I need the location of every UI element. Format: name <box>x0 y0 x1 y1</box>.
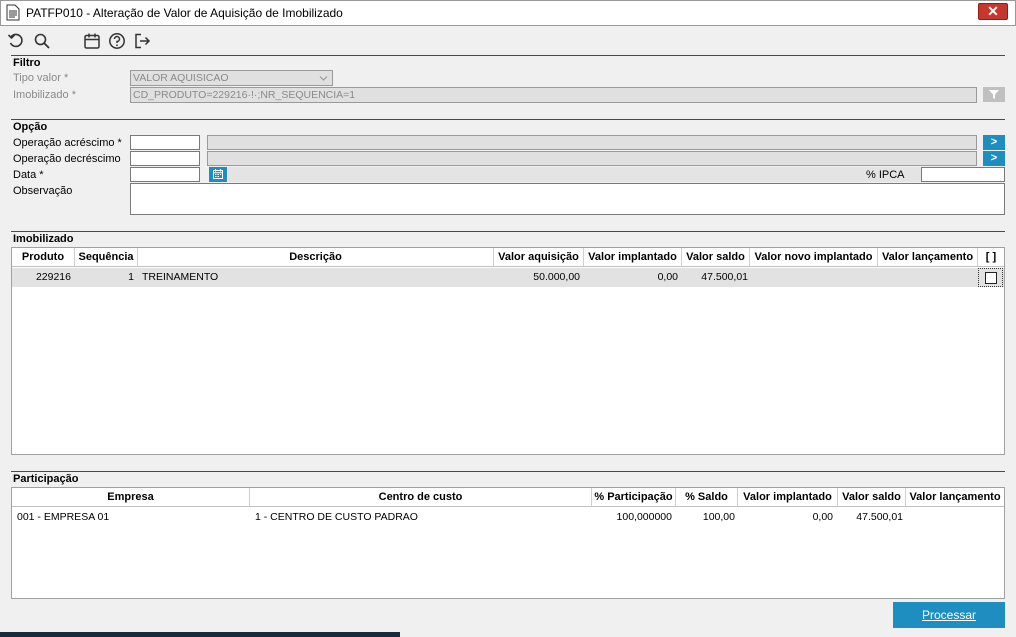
cell-valor-aquisicao: 50.000,00 <box>533 271 580 283</box>
col-participacao[interactable]: % Participação <box>592 488 676 507</box>
col-select-all[interactable]: [ ] <box>978 248 1004 267</box>
undo-icon[interactable] <box>7 32 25 50</box>
divider <box>11 471 1005 472</box>
col-valor-implantado[interactable]: Valor implantado <box>584 248 682 267</box>
calendar-icon <box>213 169 223 179</box>
divider <box>11 119 1005 120</box>
table-row[interactable]: 001 - EMPRESA 01 1 - CENTRO DE CUSTO PAD… <box>12 508 1004 527</box>
search-icon[interactable] <box>33 32 51 50</box>
calendar-icon[interactable] <box>83 32 101 50</box>
cell-valor-saldo: 47.500,01 <box>856 511 903 523</box>
divider <box>11 231 1005 232</box>
data-input[interactable] <box>130 167 200 182</box>
help-icon[interactable] <box>108 32 126 50</box>
tipo-valor-label: Tipo valor * <box>13 72 69 84</box>
operacao-decrescimo-label: Operação decréscimo <box>13 153 121 165</box>
imobilizado-grid[interactable]: Produto Sequência Descrição Valor aquisi… <box>11 247 1005 455</box>
col-descricao[interactable]: Descrição <box>138 248 494 267</box>
filter-icon <box>989 90 999 99</box>
chevron-down-icon <box>319 76 328 81</box>
tipo-valor-select[interactable]: VALOR AQUISICAO <box>130 70 333 86</box>
cell-participacao: 100,000000 <box>616 511 672 523</box>
cell-descricao: TREINAMENTO <box>142 271 219 283</box>
observacao-label: Observação <box>13 185 73 197</box>
col-valor-aquisicao[interactable]: Valor aquisição <box>494 248 584 267</box>
participacao-grid[interactable]: Empresa Centro de custo % Participação %… <box>11 487 1005 599</box>
processar-label: Processar <box>921 608 977 622</box>
ipca-input[interactable] <box>921 167 1005 182</box>
cell-produto: 229216 <box>35 271 71 283</box>
operacao-acrescimo-description <box>207 135 977 150</box>
ipca-label: % IPCA <box>866 169 905 181</box>
tipo-valor-value: VALOR AQUISICAO <box>133 72 229 84</box>
operacao-decrescimo-description <box>207 151 977 166</box>
imobilizado-section-title: Imobilizado <box>13 233 74 245</box>
col-produto[interactable]: Produto <box>12 248 75 267</box>
col-empresa[interactable]: Empresa <box>12 488 250 507</box>
table-row[interactable]: 229216 1 TREINAMENTO 50.000,00 0,00 47.5… <box>12 268 1004 287</box>
divider <box>11 55 1005 56</box>
cell-valor-implantado: 0,00 <box>812 511 833 523</box>
close-button[interactable]: ✕ <box>978 3 1008 20</box>
col-centro-custo[interactable]: Centro de custo <box>250 488 592 507</box>
cell-valor-saldo: 47.500,01 <box>701 271 748 283</box>
row-checkbox[interactable] <box>985 272 997 284</box>
exit-icon[interactable] <box>133 32 151 50</box>
operacao-decrescimo-lookup-button[interactable]: > <box>983 151 1005 166</box>
col-valor-lancamento[interactable]: Valor lançamento <box>878 248 978 267</box>
participacao-section-title: Participação <box>13 473 79 485</box>
filtro-section-title: Filtro <box>13 57 41 69</box>
cell-centro-custo: 1 - CENTRO DE CUSTO PADRAO <box>255 511 418 523</box>
col-valor-implantado[interactable]: Valor implantado <box>738 488 838 507</box>
cell-empresa: 001 - EMPRESA 01 <box>17 511 110 523</box>
cell-saldo: 100,00 <box>702 511 735 523</box>
imobilizado-filter-field[interactable]: CD_PRODUTO=229216·!·;NR_SEQUENCIA=1 <box>130 87 977 103</box>
opcao-section-title: Opção <box>13 121 48 133</box>
operacao-acrescimo-lookup-button[interactable]: > <box>983 135 1005 150</box>
imobilizado-label: Imobilizado * <box>13 89 76 101</box>
col-valor-novo-implantado[interactable]: Valor novo implantado <box>750 248 878 267</box>
document-icon <box>6 4 20 21</box>
operacao-decrescimo-input[interactable] <box>130 151 200 166</box>
taskbar-strip <box>0 632 400 637</box>
window-title: PATFP010 - Alteração de Valor de Aquisiç… <box>26 6 343 20</box>
col-saldo[interactable]: % Saldo <box>676 488 738 507</box>
data-row-spacer <box>228 167 921 182</box>
col-valor-saldo[interactable]: Valor saldo <box>838 488 906 507</box>
col-valor-saldo[interactable]: Valor saldo <box>682 248 750 267</box>
data-label: Data * <box>13 169 44 181</box>
date-picker-button[interactable] <box>209 167 227 182</box>
operacao-acrescimo-label: Operação acréscimo * <box>13 137 122 149</box>
cell-valor-implantado: 0,00 <box>657 271 678 283</box>
row-select-cell <box>978 268 1003 287</box>
filter-button[interactable] <box>983 87 1005 102</box>
operacao-acrescimo-input[interactable] <box>130 135 200 150</box>
col-valor-lancamento[interactable]: Valor lançamento <box>906 488 1004 507</box>
cell-sequencia: 1 <box>128 271 134 283</box>
processar-button[interactable]: Processar <box>893 602 1005 628</box>
imobilizado-filter-value: CD_PRODUTO=229216·!·;NR_SEQUENCIA=1 <box>133 89 356 101</box>
observacao-textarea[interactable] <box>130 183 1005 215</box>
col-sequencia[interactable]: Sequência <box>75 248 138 267</box>
